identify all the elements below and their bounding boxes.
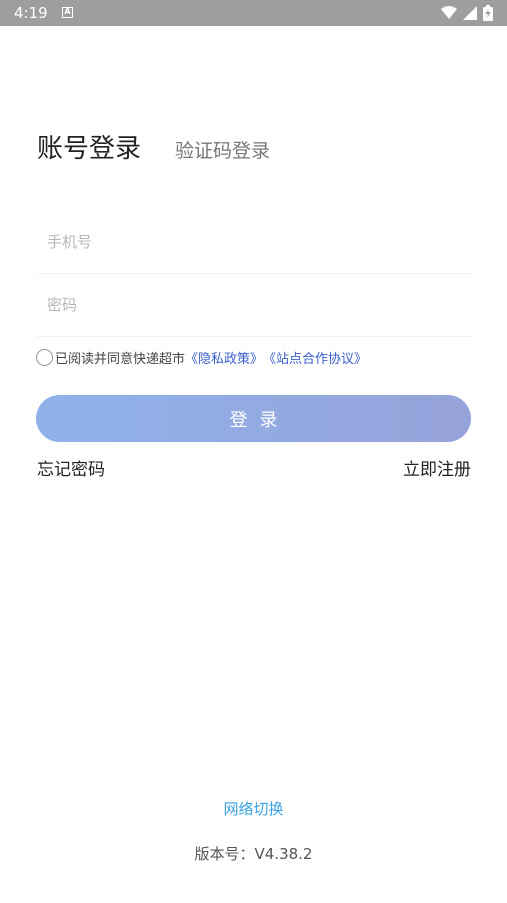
- agreement-row: 已阅读并同意快递超市 《隐私政策》 《站点合作协议》: [36, 348, 367, 367]
- agreement-text: 已阅读并同意快递超市: [55, 352, 186, 367]
- tab-account-login[interactable]: 账号登录: [37, 128, 141, 165]
- battery-charging-icon: [483, 5, 493, 21]
- privacy-policy-link[interactable]: 《隐私政策》: [185, 348, 263, 367]
- forgot-password-link[interactable]: 忘记密码: [37, 455, 105, 480]
- status-time: 4:19: [14, 4, 48, 22]
- status-bar: 4:19 A: [0, 0, 507, 26]
- agreement-checkbox[interactable]: [36, 349, 53, 366]
- login-button[interactable]: 登录: [36, 395, 471, 442]
- signal-icon: [463, 6, 477, 20]
- tab-code-login[interactable]: 验证码登录: [175, 136, 270, 163]
- network-switch-link[interactable]: 网络切换: [0, 798, 507, 819]
- login-tabs: 账号登录 验证码登录: [37, 128, 270, 165]
- notification-icon: A: [62, 7, 73, 18]
- status-icons: [441, 5, 493, 21]
- version-label: 版本号：V4.38.2: [194, 845, 313, 863]
- phone-field: [37, 210, 471, 274]
- phone-input[interactable]: [37, 210, 471, 273]
- cooperation-agreement-link[interactable]: 《站点合作协议》: [263, 348, 367, 367]
- register-link[interactable]: 立即注册: [403, 455, 471, 480]
- password-field: [37, 273, 471, 337]
- wifi-icon: [441, 6, 457, 19]
- password-input[interactable]: [37, 273, 471, 336]
